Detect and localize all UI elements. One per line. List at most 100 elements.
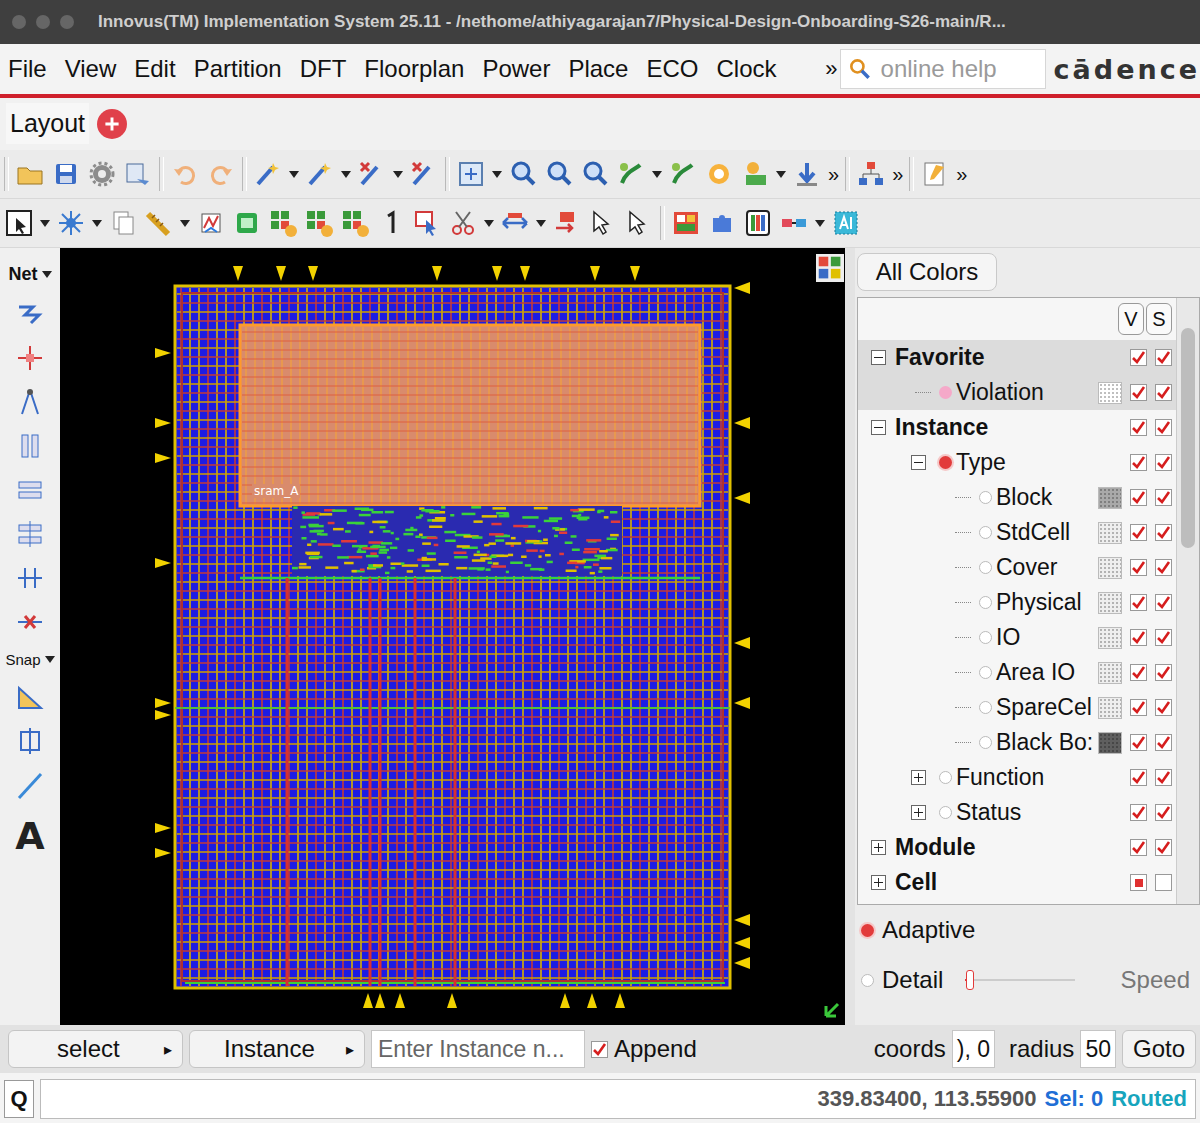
color-by-radio[interactable] bbox=[979, 491, 992, 504]
dropdown-arrow-icon[interactable] bbox=[776, 171, 786, 178]
color-by-radio[interactable] bbox=[979, 736, 992, 749]
expander[interactable] bbox=[911, 770, 926, 785]
via-icon[interactable] bbox=[15, 343, 45, 373]
color-swatch[interactable] bbox=[1098, 662, 1122, 684]
color-swatch[interactable] bbox=[1098, 522, 1122, 544]
cols-icon[interactable] bbox=[743, 208, 773, 238]
visibility-checkbox[interactable] bbox=[1155, 559, 1172, 576]
color-by-radio[interactable] bbox=[939, 456, 952, 469]
dropdown-arrow-icon[interactable] bbox=[815, 220, 825, 227]
color-by-radio[interactable] bbox=[939, 771, 952, 784]
visibility-checkbox[interactable] bbox=[1130, 489, 1147, 506]
coords-field[interactable]: ), 0 bbox=[952, 1030, 995, 1068]
imp-icon[interactable] bbox=[123, 159, 153, 189]
zin-icon[interactable] bbox=[508, 159, 538, 189]
text-tool[interactable]: A bbox=[15, 814, 44, 858]
color-preset-button[interactable]: All Colors bbox=[857, 253, 997, 291]
tab[interactable]: Layout bbox=[6, 103, 89, 146]
grid-icon[interactable] bbox=[304, 208, 334, 238]
note-icon[interactable] bbox=[920, 159, 950, 189]
tree-row[interactable]: Physical bbox=[858, 585, 1176, 620]
zin-icon[interactable] bbox=[544, 159, 574, 189]
undo-icon[interactable] bbox=[170, 159, 200, 189]
mode-radio[interactable] bbox=[861, 924, 874, 937]
tree-row[interactable]: Black Bo: bbox=[858, 725, 1176, 760]
visibility-checkbox[interactable] bbox=[1130, 454, 1147, 471]
menu-overflow[interactable]: » bbox=[825, 56, 837, 82]
route-icon[interactable] bbox=[668, 159, 698, 189]
tree-row[interactable]: Type bbox=[858, 445, 1176, 480]
layers-icon[interactable] bbox=[816, 254, 844, 282]
visibility-checkbox[interactable] bbox=[1155, 804, 1172, 821]
flag-icon[interactable] bbox=[552, 208, 582, 238]
dropdown-arrow-icon[interactable] bbox=[42, 271, 52, 278]
gear-icon[interactable] bbox=[87, 159, 117, 189]
visibility-checkbox[interactable] bbox=[1130, 419, 1147, 436]
tree-row[interactable]: StdCell bbox=[858, 515, 1176, 550]
tree-row[interactable]: Block bbox=[858, 480, 1176, 515]
color-by-radio[interactable] bbox=[979, 526, 992, 539]
tree-row[interactable]: Instance bbox=[858, 410, 1176, 445]
save-icon[interactable] bbox=[51, 159, 81, 189]
dropdown-arrow-icon[interactable] bbox=[484, 220, 494, 227]
color-swatch[interactable] bbox=[1098, 732, 1122, 754]
visibility-checkbox[interactable] bbox=[1155, 489, 1172, 506]
menu-item[interactable]: Clock bbox=[716, 55, 785, 83]
color-by-radio[interactable] bbox=[979, 561, 992, 574]
dropdown-arrow-icon[interactable] bbox=[492, 171, 502, 178]
zin-icon[interactable] bbox=[580, 159, 610, 189]
net-selector[interactable]: Net bbox=[8, 264, 51, 285]
slider-knob[interactable] bbox=[966, 970, 974, 990]
layoutv-icon[interactable] bbox=[671, 208, 701, 238]
menu-item[interactable]: ECO bbox=[646, 55, 707, 83]
grid-icon[interactable] bbox=[268, 208, 298, 238]
close-button[interactable] bbox=[12, 15, 26, 29]
puzzle-icon[interactable] bbox=[707, 208, 737, 238]
search-input[interactable] bbox=[879, 54, 1039, 84]
grid-icon[interactable] bbox=[340, 208, 370, 238]
tree-row[interactable]: Favorite bbox=[858, 340, 1176, 375]
expander[interactable] bbox=[911, 805, 926, 820]
visibility-checkbox[interactable] bbox=[1130, 524, 1147, 541]
menu-item[interactable]: DFT bbox=[300, 55, 356, 83]
sel-icon[interactable] bbox=[4, 208, 34, 238]
refresh-icon[interactable] bbox=[704, 159, 734, 189]
tree-row[interactable]: Function bbox=[858, 760, 1176, 795]
down-icon[interactable] bbox=[792, 159, 822, 189]
color-swatch[interactable] bbox=[1098, 592, 1122, 614]
visibility-checkbox[interactable] bbox=[1130, 839, 1147, 856]
menu-item[interactable]: Floorplan bbox=[364, 55, 473, 83]
dropdown-arrow-icon[interactable] bbox=[180, 220, 190, 227]
color-swatch[interactable] bbox=[1098, 487, 1122, 509]
color-by-radio[interactable] bbox=[979, 631, 992, 644]
visibility-checkbox[interactable] bbox=[1155, 874, 1172, 891]
hmove-icon[interactable] bbox=[500, 208, 530, 238]
color-by-radio[interactable] bbox=[979, 596, 992, 609]
visibility-checkbox[interactable] bbox=[1155, 699, 1172, 716]
visibility-checkbox[interactable] bbox=[1155, 454, 1172, 471]
compass-icon[interactable] bbox=[15, 387, 45, 417]
expander[interactable] bbox=[871, 875, 886, 890]
visibility-checkbox[interactable] bbox=[1155, 384, 1172, 401]
command-input[interactable]: 339.83400, 113.55900Sel: 0Routed bbox=[40, 1079, 1196, 1119]
snap-selector[interactable]: Snap bbox=[5, 651, 54, 668]
stripe-icon[interactable] bbox=[15, 431, 45, 461]
toolbar-overflow[interactable]: » bbox=[956, 163, 967, 186]
dropdown-arrow-icon[interactable] bbox=[536, 220, 546, 227]
toolbar-overflow[interactable]: » bbox=[892, 163, 903, 186]
visibility-checkbox[interactable] bbox=[1155, 839, 1172, 856]
tree-row[interactable]: Module bbox=[858, 830, 1176, 865]
visibility-checkbox[interactable] bbox=[1130, 629, 1147, 646]
hstripe-icon[interactable] bbox=[15, 475, 45, 505]
tree-row[interactable]: Status bbox=[858, 795, 1176, 830]
menu-item[interactable]: Partition bbox=[194, 55, 291, 83]
ai-icon[interactable] bbox=[831, 208, 861, 238]
layout-canvas[interactable]: sram_A bbox=[60, 248, 845, 1025]
snow-icon[interactable] bbox=[56, 208, 86, 238]
color-swatch[interactable] bbox=[1098, 557, 1122, 579]
dropdown-arrow-icon[interactable] bbox=[393, 171, 403, 178]
visibility-checkbox[interactable] bbox=[1155, 769, 1172, 786]
minimize-button[interactable] bbox=[36, 15, 50, 29]
visibility-checkbox[interactable] bbox=[1130, 559, 1147, 576]
dropdown-arrow-icon[interactable] bbox=[45, 656, 55, 663]
